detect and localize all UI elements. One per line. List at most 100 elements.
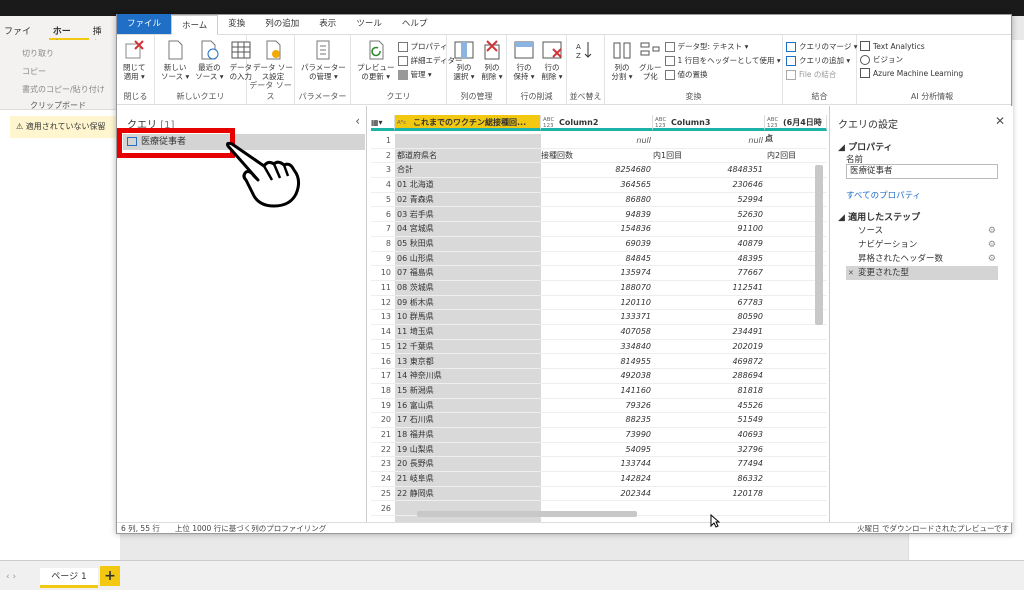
replace-values-button[interactable]: 値の置換 <box>664 69 781 80</box>
gear-icon[interactable]: ⚙ <box>988 252 996 266</box>
table-cell[interactable]: 05 秋田県 <box>395 237 541 251</box>
table-cell[interactable]: 814955 <box>541 355 653 369</box>
page-nav-arrows[interactable]: ‹ › <box>6 572 16 582</box>
column-header-4[interactable]: ABC 123 (6月4日時点 <box>765 115 827 143</box>
table-cell[interactable]: 接種回数 <box>541 149 653 163</box>
table-cell[interactable]: 133371 <box>541 310 653 324</box>
table-cell[interactable]: 都道府県名 <box>395 149 541 163</box>
table-row[interactable]: 3 合計 8254680 4848351 <box>371 163 827 179</box>
grid-corner-menu[interactable]: ▦▾ <box>371 115 395 131</box>
query-item-medical-workers[interactable]: 医療従事者 <box>117 128 365 158</box>
table-row[interactable]: 15 12 千葉県 334840 202019 <box>371 340 827 355</box>
table-cell[interactable]: 86880 <box>541 193 653 207</box>
merge-queries-button[interactable]: クエリのマージ ▾ <box>786 41 858 52</box>
table-cell[interactable]: 202019 <box>653 340 765 354</box>
horizontal-scrollbar[interactable] <box>417 511 637 517</box>
gear-icon[interactable]: ⚙ <box>988 224 996 238</box>
table-cell[interactable]: 15 新潟県 <box>395 384 541 398</box>
table-cell[interactable]: 02 青森県 <box>395 193 541 207</box>
table-row[interactable]: 22 19 山梨県 54095 32796 <box>371 443 827 458</box>
table-row[interactable]: 17 14 神奈川県 492038 288694 <box>371 369 827 384</box>
append-queries-button[interactable]: クエリの追加 ▾ <box>786 55 858 66</box>
table-row[interactable]: 13 10 群馬県 133371 80590 <box>371 310 827 326</box>
tab-file[interactable]: ファイル <box>117 14 172 34</box>
step-navigation[interactable]: ナビゲーション ⚙ <box>846 238 998 252</box>
step-source[interactable]: ソース ⚙ <box>846 224 998 238</box>
table-row[interactable]: 8 05 秋田県 69039 40879 <box>371 237 827 252</box>
table-cell[interactable]: 54095 <box>541 443 653 457</box>
table-cell[interactable]: 内2回目 <box>765 149 825 163</box>
table-cell[interactable]: 81818 <box>653 384 765 398</box>
close-icon[interactable]: ✕ <box>995 114 1005 128</box>
table-cell[interactable]: 135974 <box>541 266 653 280</box>
table-cell[interactable]: 06 山形県 <box>395 252 541 266</box>
table-cell[interactable]: 01 北海道 <box>395 178 541 192</box>
table-cell[interactable]: 52994 <box>653 193 765 207</box>
table-cell[interactable]: 40693 <box>653 428 765 442</box>
table-cell[interactable]: 32796 <box>653 443 765 457</box>
column-type-icon[interactable]: ABC 123 <box>767 117 781 129</box>
table-cell[interactable]: 69039 <box>541 237 653 251</box>
table-row[interactable]: 4 01 北海道 364565 230646 <box>371 178 827 193</box>
table-row[interactable]: 2 都道府県名 接種回数 内1回目 内2回目 <box>371 149 827 164</box>
tab-tools[interactable]: ツール <box>346 14 392 34</box>
table-cell[interactable]: 40879 <box>653 237 765 251</box>
table-cell[interactable]: 73990 <box>541 428 653 442</box>
table-cell[interactable]: 154836 <box>541 222 653 236</box>
table-cell[interactable]: 142824 <box>541 472 653 486</box>
step-changed-type[interactable]: 変更された型 <box>846 266 998 280</box>
column-type-icon[interactable]: ABC 123 <box>655 117 669 129</box>
table-row[interactable]: 14 11 埼玉県 407058 234491 <box>371 325 827 340</box>
format-painter-button[interactable]: 書式のコピー/貼り付け <box>22 84 105 95</box>
column-type-icon[interactable]: ABC 123 <box>543 117 557 129</box>
table-cell[interactable]: 288694 <box>653 369 765 383</box>
table-cell[interactable]: 91100 <box>653 222 765 236</box>
vertical-scrollbar[interactable] <box>815 165 823 325</box>
table-cell[interactable]: 120110 <box>541 296 653 310</box>
table-row[interactable]: 9 06 山形県 84845 48395 <box>371 252 827 267</box>
table-cell[interactable]: 234491 <box>653 325 765 339</box>
table-cell[interactable]: 230646 <box>653 178 765 192</box>
table-cell[interactable]: 67783 <box>653 296 765 310</box>
column-header-1[interactable]: Aᴮc これまでのワクチン総接種回... <box>395 115 541 131</box>
table-cell[interactable]: 45526 <box>653 399 765 413</box>
table-cell[interactable]: 86332 <box>653 472 765 486</box>
copy-button[interactable]: コピー <box>22 66 46 77</box>
table-row[interactable]: 7 04 宮城県 154836 91100 <box>371 222 827 237</box>
table-row[interactable]: 25 22 静岡県 202344 120178 <box>371 487 827 502</box>
table-row[interactable]: 24 21 岐阜県 142824 86332 <box>371 472 827 487</box>
table-cell[interactable]: 469872 <box>653 355 765 369</box>
table-row[interactable]: 21 18 福井県 73990 40693 <box>371 428 827 443</box>
table-cell[interactable]: 19 山梨県 <box>395 443 541 457</box>
table-cell[interactable]: 10 群馬県 <box>395 310 541 324</box>
table-row[interactable]: 18 15 新潟県 141160 81818 <box>371 384 827 399</box>
table-cell[interactable]: 16 富山県 <box>395 399 541 413</box>
table-cell[interactable]: null <box>653 134 765 148</box>
table-cell[interactable]: 80590 <box>653 310 765 324</box>
table-row[interactable]: 5 02 青森県 86880 52994 <box>371 193 827 208</box>
table-cell[interactable]: 51549 <box>653 413 765 427</box>
table-cell[interactable]: 77667 <box>653 266 765 280</box>
table-cell[interactable]: 48395 <box>653 252 765 266</box>
table-row[interactable]: 20 17 石川県 88235 51549 <box>371 413 827 428</box>
tab-add-column[interactable]: 列の追加 <box>255 14 309 34</box>
table-cell[interactable]: 120178 <box>653 487 765 501</box>
table-row[interactable]: 19 16 富山県 79326 45526 <box>371 399 827 414</box>
combine-files-button[interactable]: File の結合 <box>786 69 858 80</box>
table-cell[interactable]: 08 茨城県 <box>395 281 541 295</box>
table-cell[interactable]: 112541 <box>653 281 765 295</box>
table-cell[interactable]: null <box>541 134 653 148</box>
tab-transform[interactable]: 変換 <box>218 14 255 34</box>
table-cell[interactable]: 52630 <box>653 208 765 222</box>
table-cell[interactable]: 11 埼玉県 <box>395 325 541 339</box>
table-row[interactable]: 12 09 栃木県 120110 67783 <box>371 296 827 311</box>
data-type-dropdown[interactable]: データ型: テキスト ▾ <box>664 41 781 52</box>
table-row[interactable]: 11 08 茨城県 188070 112541 <box>371 281 827 296</box>
table-row[interactable]: 16 13 東京都 814955 469872 <box>371 355 827 370</box>
table-cell[interactable]: 188070 <box>541 281 653 295</box>
page-tab-1[interactable]: ページ 1 <box>40 568 98 588</box>
table-cell[interactable]: 20 長野県 <box>395 457 541 471</box>
table-cell[interactable]: 202344 <box>541 487 653 501</box>
tab-home[interactable]: ホーム <box>171 15 219 35</box>
table-cell[interactable]: 07 福島県 <box>395 266 541 280</box>
